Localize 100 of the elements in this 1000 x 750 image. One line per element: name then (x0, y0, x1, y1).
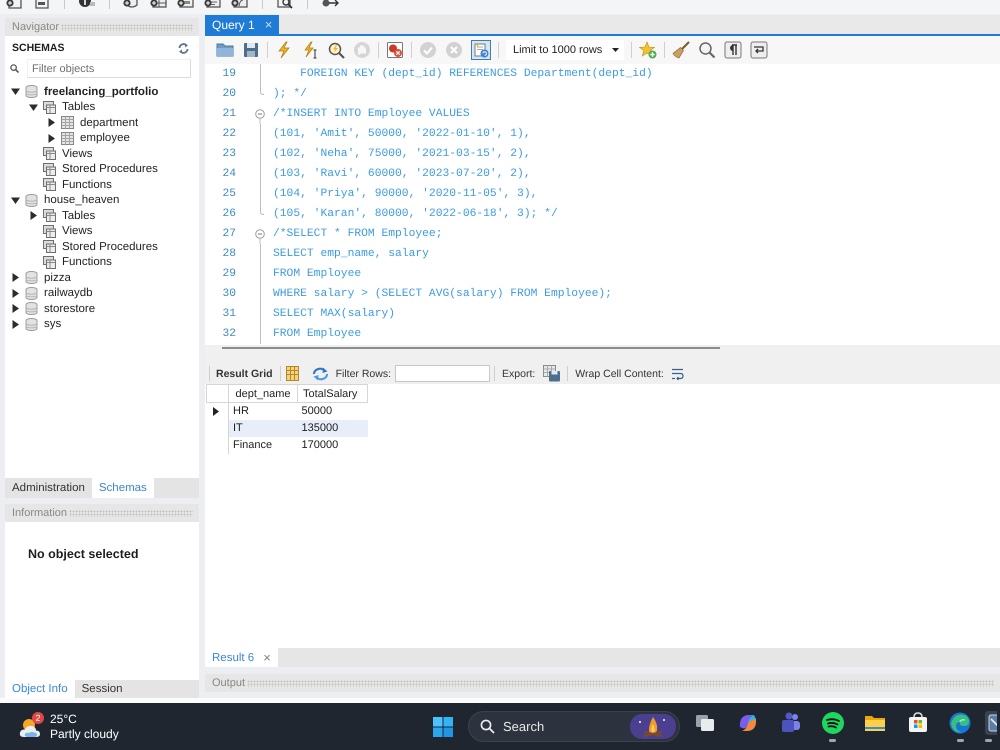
info-icon[interactable] (77, 0, 97, 9)
table-icon (61, 132, 74, 145)
star-plus-icon[interactable] (639, 41, 657, 59)
code-line: SELECT MAX(salary) (273, 308, 396, 320)
refresh-icon[interactable] (178, 42, 189, 54)
table-cell[interactable]: 135000 (298, 420, 368, 436)
corner-cell (206, 384, 228, 402)
wrap-label: Wrap Cell Content: (575, 368, 664, 380)
column-header[interactable]: TotalSalary (298, 384, 368, 402)
magnifier-document-icon[interactable] (275, 0, 295, 9)
table-group-icon (43, 240, 56, 254)
line-number: 29 (221, 268, 236, 280)
tree-item[interactable]: employee (80, 132, 130, 144)
line-number: 32 (221, 328, 236, 340)
weather-condition[interactable]: Partly cloudy (50, 726, 119, 742)
magnifier-lightning-icon[interactable] (327, 41, 345, 59)
table-cell[interactable]: HR (228, 402, 298, 420)
tree-item[interactable]: freelancing_portfolio (44, 86, 158, 98)
table-plus-icon[interactable] (149, 0, 169, 9)
wrap-text-icon[interactable] (670, 368, 684, 380)
expand-arrow-icon[interactable] (11, 304, 20, 314)
panel-title: Navigator (12, 21, 60, 33)
save-icon[interactable] (242, 41, 260, 59)
connector-icon[interactable] (320, 0, 340, 9)
column-header[interactable]: dept_name (228, 384, 298, 402)
tree-item[interactable]: Stored Procedures (62, 163, 158, 176)
query-tab[interactable]: Query 1 × (205, 15, 280, 34)
wave-logo-icon[interactable] (948, 711, 972, 735)
tree-item[interactable]: Views (62, 225, 92, 238)
grip-texture[interactable] (69, 510, 193, 516)
result-tab[interactable]: Result 6 × (205, 648, 278, 667)
database-icon (25, 286, 38, 300)
expand-arrow-icon[interactable] (47, 118, 56, 128)
tree-item[interactable]: Views (62, 148, 92, 160)
panel-tab[interactable]: Object Info (5, 680, 75, 698)
table-group-icon (43, 162, 56, 176)
panel-tab[interactable]: Session (74, 680, 130, 698)
expand-arrow-icon[interactable] (11, 196, 20, 205)
expand-arrow-icon[interactable] (11, 288, 20, 298)
tree-item[interactable]: Functions (62, 178, 112, 191)
filter-rows-field[interactable] (395, 365, 490, 382)
expand-arrow-icon[interactable] (11, 273, 20, 282)
tree-item[interactable]: railwaydb (44, 287, 93, 300)
column-grid-icon[interactable] (286, 366, 299, 381)
toggle-button[interactable] (471, 40, 491, 60)
limit-select[interactable]: Limit to 1000 rows (506, 40, 624, 60)
expand-arrow-icon[interactable] (29, 102, 38, 112)
table-group-icon (43, 147, 56, 160)
table-cell[interactable]: IT (228, 420, 298, 436)
grip-texture[interactable] (61, 24, 193, 30)
temperature[interactable]: 25°C (50, 712, 119, 726)
tree-item[interactable]: pizza (44, 272, 71, 284)
tree-item[interactable]: Stored Procedures (62, 240, 158, 253)
table-cell[interactable]: Finance (228, 436, 298, 454)
grip-texture[interactable] (247, 680, 994, 686)
campfire-icon (630, 714, 676, 739)
close-button[interactable]: × (263, 650, 271, 665)
pilcrow-icon[interactable] (724, 41, 742, 59)
tree-item[interactable]: Tables (62, 101, 96, 114)
four-panes-logo-icon[interactable] (432, 716, 454, 738)
table-cell[interactable]: 50000 (298, 402, 368, 420)
broom-icon[interactable] (672, 41, 690, 59)
expand-arrow-icon[interactable] (29, 211, 38, 220)
tree-item[interactable]: department (80, 116, 138, 129)
error-stop-icon[interactable] (386, 41, 404, 59)
expand-arrow-icon[interactable] (11, 87, 20, 96)
table-group-icon (43, 209, 56, 222)
line-number: 28 (221, 248, 236, 260)
line-number: 27 (221, 228, 236, 240)
search-input[interactable]: Search (503, 719, 613, 734)
search-box[interactable]: Search (468, 711, 680, 742)
line-number: 21 (221, 108, 236, 120)
code-line: (103, 'Ravi', 60000, '2023-07-20', 2), (273, 168, 531, 180)
table-cell[interactable]: 170000 (298, 436, 368, 454)
export-icon[interactable] (543, 365, 562, 382)
search-icon[interactable] (698, 41, 716, 59)
tree-item[interactable]: Tables (62, 210, 96, 222)
caret-icon (612, 48, 619, 52)
database-icon (25, 194, 38, 207)
tree-item[interactable]: storestore (44, 302, 96, 315)
refresh-icon[interactable] (312, 366, 329, 380)
view-label[interactable]: Result Grid (216, 368, 273, 380)
filter-field[interactable]: Filter objects (27, 59, 191, 78)
window-plus-icon[interactable] (176, 0, 196, 9)
expand-arrow-icon[interactable] (11, 320, 20, 329)
horizontal-scrollbar[interactable] (222, 347, 720, 349)
code-line: FROM Employee (273, 268, 362, 280)
tree-item[interactable]: Functions (62, 256, 112, 268)
formula-plus-icon[interactable] (230, 0, 250, 9)
expand-arrow-icon[interactable] (47, 134, 56, 143)
panel-tab[interactable]: Schemas (92, 478, 154, 498)
tree-item[interactable]: house_heaven (44, 194, 120, 206)
fold-end-line (260, 204, 264, 215)
wrap-lines-icon[interactable] (750, 41, 768, 59)
tree-item[interactable]: sys (44, 318, 62, 330)
panel-tab[interactable]: Administration (5, 478, 92, 498)
sound-waves-icon[interactable] (820, 711, 845, 735)
script-plus-icon[interactable] (203, 0, 223, 9)
code-line: (105, 'Karan', 80000, '2022-06-18', 3); */ (273, 208, 558, 220)
app-window-icon[interactable] (984, 711, 996, 735)
